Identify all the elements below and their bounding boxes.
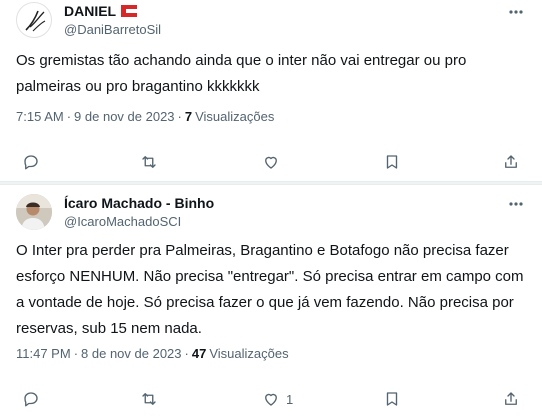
like-icon <box>265 156 277 169</box>
like-button[interactable]: 1 <box>262 388 293 410</box>
views-label: Visualizações <box>195 109 275 124</box>
retweet-button[interactable] <box>140 388 158 410</box>
bookmark-button[interactable] <box>383 151 401 173</box>
more-button[interactable] <box>508 196 524 212</box>
author-handle[interactable]: @IcaroMachadoSCI <box>64 214 181 229</box>
avatar[interactable] <box>16 2 52 38</box>
tweet-2[interactable]: Ícaro Machado - Binho @IcaroMachadoSCI O… <box>0 186 542 420</box>
meta-separator: · <box>177 109 182 124</box>
tweet-time[interactable]: 11:47 PM <box>16 346 71 361</box>
tweet-text: O Inter pra perder pra Palmeiras, Bragan… <box>16 242 524 337</box>
avatar-sketch-icon <box>25 10 46 32</box>
like-icon <box>265 393 277 406</box>
bookmark-icon <box>386 155 398 169</box>
tweet-1[interactable]: DANIEL @DaniBarretoSil Os gremistas tão … <box>0 0 542 180</box>
views-label: Visualizações <box>209 346 289 361</box>
share-icon <box>505 155 517 168</box>
meta-separator: · <box>184 346 189 361</box>
reply-button[interactable] <box>22 388 40 410</box>
reply-icon <box>24 392 38 407</box>
author-name-row: DANIEL <box>64 3 138 19</box>
avatar[interactable] <box>16 194 52 230</box>
tweet-date[interactable]: 8 de nov de 2023 <box>81 346 181 361</box>
meta-separator: · <box>66 109 72 124</box>
retweet-icon <box>142 393 156 405</box>
tweet-meta: 11:47 PM · 8 de nov de 2023 · 47 Visuali… <box>16 346 289 361</box>
timeline-feed: DANIEL @DaniBarretoSil Os gremistas tão … <box>0 0 542 420</box>
author-name-row: Ícaro Machado - Binho <box>64 195 214 211</box>
more-button[interactable] <box>508 4 524 20</box>
views-count: 7 <box>184 109 193 124</box>
display-name[interactable]: Ícaro Machado - Binho <box>64 195 214 211</box>
retweet-icon <box>142 156 156 168</box>
bookmark-icon <box>386 392 398 406</box>
display-name[interactable]: DANIEL <box>64 3 116 19</box>
like-count: 1 <box>286 391 294 407</box>
reply-button[interactable] <box>22 151 40 173</box>
bookmark-button[interactable] <box>383 388 401 410</box>
share-icon <box>505 392 517 405</box>
avatar-photo-icon <box>16 194 52 230</box>
tweet-actions: 1 <box>0 388 542 410</box>
more-icon <box>509 10 523 14</box>
tweet-meta: 7:15 AM · 9 de nov de 2023 · 7 Visualiza… <box>16 109 274 124</box>
share-button[interactable] <box>502 388 520 410</box>
tweet-time[interactable]: 7:15 AM <box>16 109 64 124</box>
share-button[interactable] <box>502 151 520 173</box>
tweet-actions <box>0 151 542 173</box>
tweet-separator <box>0 181 542 185</box>
flag-icon <box>121 5 138 17</box>
views-count: 47 <box>191 346 207 361</box>
tweet-date[interactable]: 9 de nov de 2023 <box>74 109 174 124</box>
retweet-button[interactable] <box>140 151 158 173</box>
more-icon <box>509 202 523 206</box>
reply-icon <box>24 155 38 170</box>
tweet-text: Os gremistas tão achando ainda que o int… <box>16 52 467 95</box>
like-button[interactable] <box>262 151 286 173</box>
meta-separator: · <box>73 346 79 361</box>
author-handle[interactable]: @DaniBarretoSil <box>64 22 161 37</box>
